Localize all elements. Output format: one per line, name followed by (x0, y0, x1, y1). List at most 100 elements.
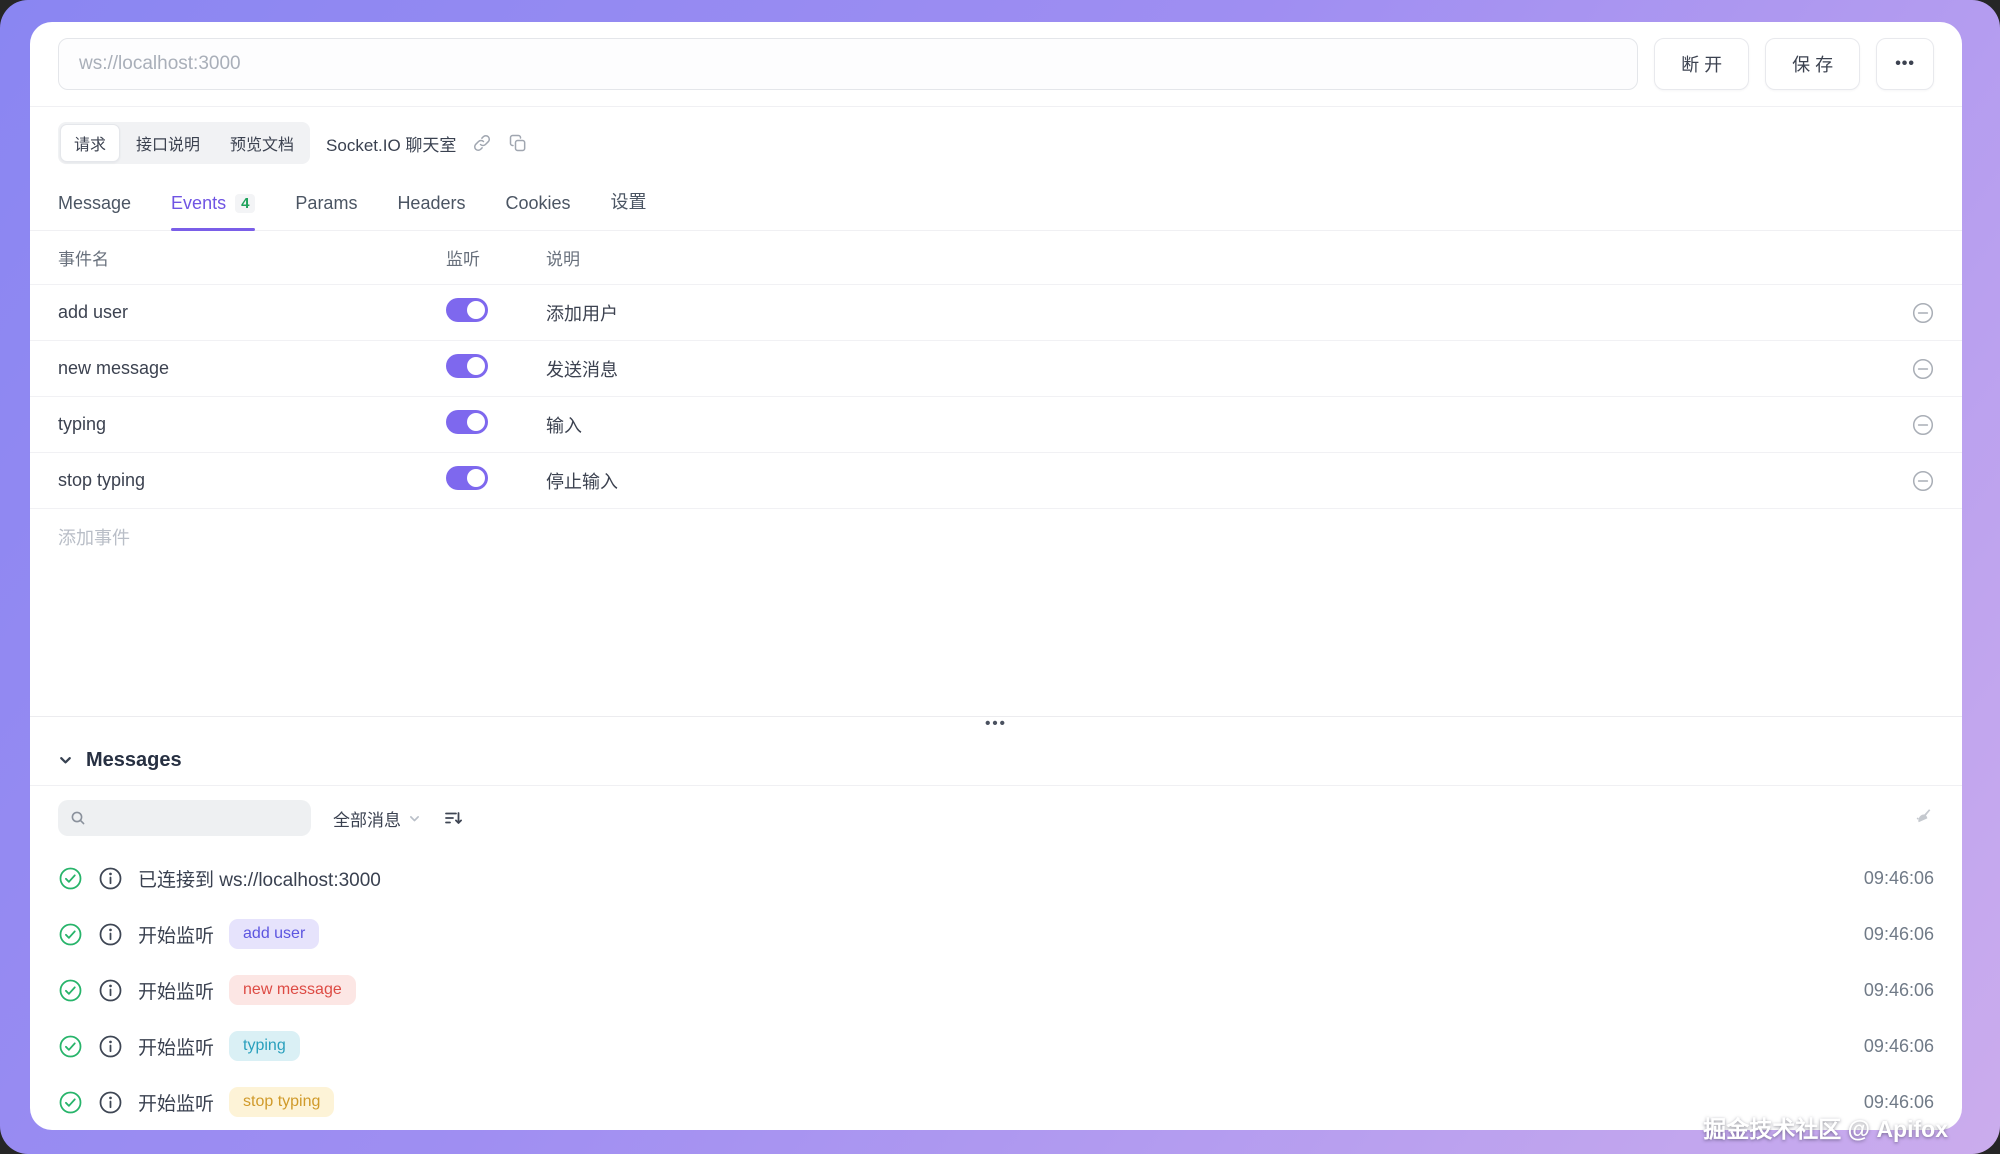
sort-descending-icon[interactable] (443, 808, 463, 828)
event-description: 发送消息 (546, 356, 1894, 382)
event-name: new message (58, 358, 446, 379)
doc-tab[interactable]: 预览文档 (216, 124, 308, 162)
message-filter-dropdown[interactable]: 全部消息 (333, 806, 421, 831)
remove-event-button[interactable] (1912, 302, 1934, 324)
column-header-description: 说明 (546, 245, 1894, 270)
info-circle-icon (98, 978, 123, 1003)
event-name: typing (58, 414, 446, 435)
endpoint-title: Socket.IO 聊天室 (326, 131, 456, 156)
tab-events[interactable]: Events 4 (171, 193, 255, 230)
tab-label: Cookies (505, 193, 570, 214)
event-row: add user 添加用户 (30, 285, 1962, 341)
doc-tabs-row: 请求接口说明预览文档 Socket.IO 聊天室 (30, 107, 1962, 164)
check-circle-icon (58, 978, 83, 1003)
save-button[interactable]: 保 存 (1765, 38, 1860, 90)
message-text: 开始监听 (138, 977, 214, 1004)
disconnect-button[interactable]: 断 开 (1654, 38, 1749, 90)
event-row: typing 输入 (30, 397, 1962, 453)
check-circle-icon (58, 1034, 83, 1059)
event-badge: stop typing (229, 1087, 334, 1117)
message-search-input[interactable] (94, 809, 301, 827)
message-row: 开始监听 stop typing 09:46:06 (30, 1074, 1962, 1130)
message-row: 已连接到 ws://localhost:3000 09:46:06 (30, 850, 1962, 906)
websocket-url-placeholder: ws://localhost:3000 (79, 53, 241, 75)
drag-handle-icon: ••• (985, 717, 1007, 731)
messages-toolbar: 全部消息 (30, 786, 1962, 850)
listen-toggle[interactable] (446, 354, 488, 378)
event-description: 停止输入 (546, 468, 1894, 494)
remove-event-button[interactable] (1912, 358, 1934, 380)
message-row: 开始监听 typing 09:46:06 (30, 1018, 1962, 1074)
check-circle-icon (58, 866, 83, 891)
tab-headers[interactable]: Headers (397, 193, 465, 230)
message-row: 开始监听 add user 09:46:06 (30, 906, 1962, 962)
panel-resize-handle[interactable]: ••• (30, 716, 1962, 736)
minus-circle-icon (1912, 302, 1934, 324)
tab-label: Events (171, 193, 226, 214)
tab-cookies[interactable]: Cookies (505, 193, 570, 230)
doc-tab[interactable]: 接口说明 (122, 124, 214, 162)
message-time: 09:46:06 (1864, 980, 1934, 1001)
minus-circle-icon (1912, 414, 1934, 436)
event-row: stop typing 停止输入 (30, 453, 1962, 509)
message-time: 09:46:06 (1864, 1036, 1934, 1057)
message-text: 已连接到 ws://localhost:3000 (138, 865, 381, 892)
more-icon: ••• (1895, 55, 1915, 72)
tab-label: Headers (397, 193, 465, 214)
event-badge: typing (229, 1031, 300, 1061)
websocket-url-input[interactable]: ws://localhost:3000 (58, 38, 1638, 90)
events-table-header: 事件名 监听 说明 (30, 231, 1962, 285)
panel-spacer (30, 565, 1962, 716)
message-time: 09:46:06 (1864, 924, 1934, 945)
listen-toggle[interactable] (446, 298, 488, 322)
tab-label: Params (295, 193, 357, 214)
check-circle-icon (58, 922, 83, 947)
events-table-body: add user 添加用户 new message 发送消息 t (30, 285, 1962, 509)
app-window: ws://localhost:3000 断 开 保 存 ••• 请求接口说明预览… (30, 22, 1962, 1130)
clear-messages-icon[interactable] (1912, 807, 1934, 829)
message-row: 开始监听 new message 09:46:06 (30, 962, 1962, 1018)
event-name: add user (58, 302, 446, 323)
gradient-backdrop: ws://localhost:3000 断 开 保 存 ••• 请求接口说明预览… (0, 0, 2000, 1154)
info-circle-icon (98, 866, 123, 891)
chevron-down-icon (58, 753, 73, 768)
tab-message[interactable]: Message (58, 193, 131, 230)
remove-event-button[interactable] (1912, 414, 1934, 436)
column-header-listen: 监听 (446, 245, 546, 270)
copy-icon[interactable] (508, 133, 528, 153)
minus-circle-icon (1912, 470, 1934, 492)
message-text: 开始监听 (138, 1089, 214, 1116)
tab-label: 设置 (611, 188, 647, 214)
info-circle-icon (98, 1034, 123, 1059)
messages-title: Messages (86, 749, 182, 772)
messages-section-header[interactable]: Messages (30, 736, 1962, 786)
minus-circle-icon (1912, 358, 1934, 380)
tab-count-badge: 4 (235, 194, 255, 213)
watermark: 掘金技术社区 @ Apifox (1703, 1110, 1948, 1144)
listen-toggle[interactable] (446, 410, 488, 434)
event-badge: add user (229, 919, 319, 949)
message-filter-value: 全部消息 (333, 806, 401, 831)
tab-设置[interactable]: 设置 (611, 188, 647, 230)
message-text: 开始监听 (138, 1033, 214, 1060)
tab-label: Message (58, 193, 131, 214)
message-list: 已连接到 ws://localhost:3000 09:46:06 开始监听 a… (30, 850, 1962, 1130)
tab-params[interactable]: Params (295, 193, 357, 230)
connection-toolbar: ws://localhost:3000 断 开 保 存 ••• (30, 22, 1962, 106)
check-circle-icon (58, 1090, 83, 1115)
add-event-placeholder: 添加事件 (58, 524, 130, 550)
message-text: 开始监听 (138, 921, 214, 948)
message-time: 09:46:06 (1864, 868, 1934, 889)
remove-event-button[interactable] (1912, 470, 1934, 492)
chevron-down-icon (408, 812, 421, 825)
listen-toggle[interactable] (446, 466, 488, 490)
message-search-box[interactable] (58, 800, 311, 836)
request-tabs: Message Events 4 Params Headers Cookies 设置 (30, 188, 1962, 231)
doc-tab[interactable]: 请求 (60, 124, 120, 162)
add-event-row[interactable]: 添加事件 (30, 509, 1962, 565)
search-icon (70, 810, 86, 826)
column-header-event-name: 事件名 (58, 245, 446, 270)
more-button[interactable]: ••• (1876, 38, 1934, 90)
event-row: new message 发送消息 (30, 341, 1962, 397)
link-icon[interactable] (472, 133, 492, 153)
